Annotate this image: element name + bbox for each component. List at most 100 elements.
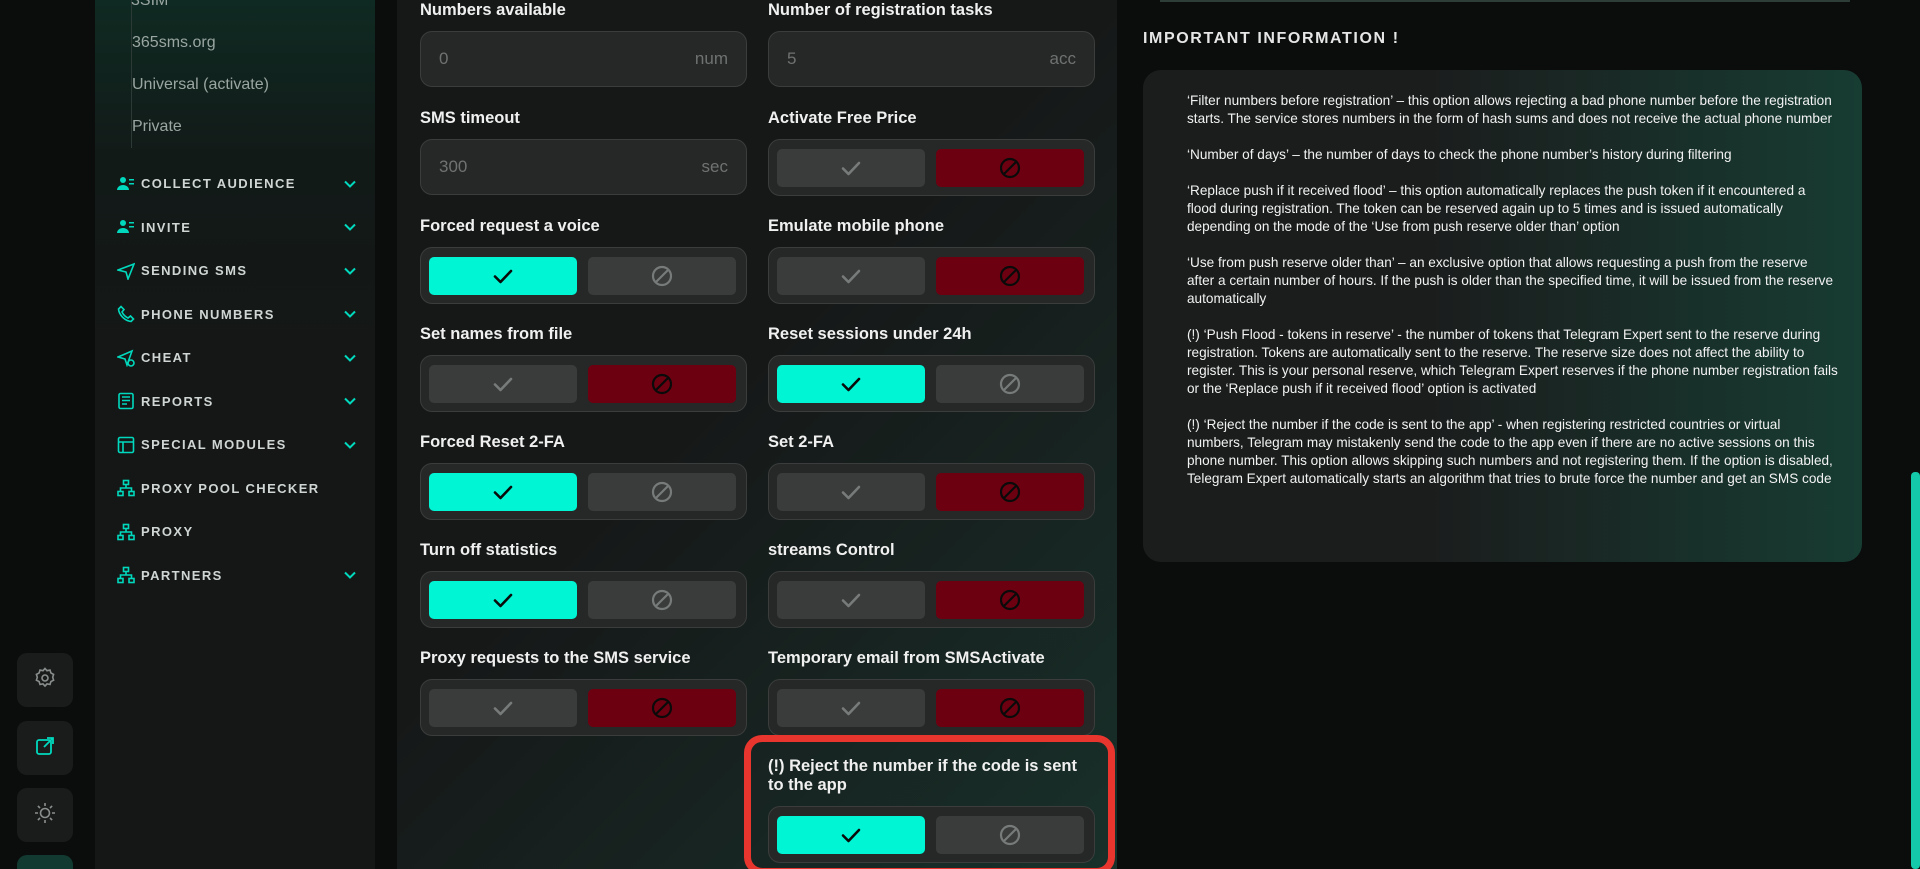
toggle-group xyxy=(768,463,1095,520)
sidebar-item-collect-audience[interactable]: COLLECT AUDIENCE xyxy=(117,162,357,206)
check-icon xyxy=(490,263,516,289)
toggle-on-button[interactable] xyxy=(777,148,925,187)
sidebar-item-phone-numbers[interactable]: PHONE NUMBERS xyxy=(117,293,357,337)
sidebar-subitem-universal[interactable]: Universal (activate) xyxy=(132,64,269,106)
set-2fa-setting: Set 2-FA xyxy=(768,433,1095,520)
field-label: Proxy requests to the SMS service xyxy=(420,649,691,667)
toggle-off-button[interactable] xyxy=(588,472,736,511)
phone-icon xyxy=(117,305,135,323)
sidebar-item-cheat[interactable]: CHEAT xyxy=(117,336,357,380)
toggle-off-button[interactable] xyxy=(588,364,736,403)
toggle-off-button[interactable] xyxy=(588,580,736,619)
toggle-off-button[interactable] xyxy=(936,256,1084,295)
sms-timeout-input[interactable]: 300 sec xyxy=(420,139,747,195)
chevron-down-icon xyxy=(343,394,357,408)
check-icon xyxy=(490,479,516,505)
sidebar-subitem-365sms[interactable]: 365sms.org xyxy=(132,22,269,64)
toggle-group xyxy=(768,355,1095,412)
sms-timeout-field: SMS timeout 300 sec xyxy=(420,109,747,195)
streams-control-setting: streams Control xyxy=(768,541,1095,628)
temporary-email-setting: Temporary email from SMSActivate xyxy=(768,649,1095,736)
field-label: Forced Reset 2-FA xyxy=(420,433,565,451)
ban-icon xyxy=(649,587,675,613)
ban-icon xyxy=(649,263,675,289)
external-link-rail-button[interactable] xyxy=(17,721,73,775)
check-icon xyxy=(838,263,864,289)
toggle-off-button[interactable] xyxy=(588,688,736,727)
toggle-on-button[interactable] xyxy=(429,256,577,295)
check-icon xyxy=(490,371,516,397)
info-paragraph: ‘Filter numbers before registration’ – t… xyxy=(1187,93,1833,126)
sidebar-item-partners[interactable]: PARTNERS xyxy=(117,554,357,598)
registration-tasks-input[interactable]: 5 acc xyxy=(768,31,1095,87)
check-icon xyxy=(838,155,864,181)
input-unit: acc xyxy=(1049,49,1076,68)
field-label: Set 2-FA xyxy=(768,433,835,451)
check-icon xyxy=(838,479,864,505)
network-icon xyxy=(117,566,135,584)
toggle-group xyxy=(768,247,1095,304)
sms-services-sublist: 3SIM 365sms.org Universal (activate) Pri… xyxy=(131,0,269,148)
chevron-down-icon xyxy=(343,220,357,234)
sidebar-subitem-private[interactable]: Private xyxy=(132,106,269,148)
toggle-on-button[interactable] xyxy=(429,688,577,727)
rail-button-partial[interactable] xyxy=(17,855,73,869)
toggle-group xyxy=(768,679,1095,736)
toggle-on-button[interactable] xyxy=(777,256,925,295)
users-icon xyxy=(117,218,135,236)
send-icon xyxy=(117,262,135,280)
info-title: IMPORTANT INFORMATION ! xyxy=(1143,30,1400,47)
modules-icon xyxy=(117,436,135,454)
sidebar-item-special-modules[interactable]: SPECIAL MODULES xyxy=(117,423,357,467)
toggle-on-button[interactable] xyxy=(777,364,925,403)
send-plus-icon xyxy=(117,349,135,367)
ban-icon xyxy=(997,587,1023,613)
chevron-down-icon xyxy=(343,177,357,191)
toggle-on-button[interactable] xyxy=(777,688,925,727)
check-icon xyxy=(838,587,864,613)
chevron-down-icon xyxy=(343,307,357,321)
info-card: ‘Filter numbers before registration’ – t… xyxy=(1143,70,1862,562)
field-label: Forced request a voice xyxy=(420,217,600,235)
numbers-available-field: Numbers available 0 num xyxy=(420,1,747,87)
toggle-off-button[interactable] xyxy=(936,364,1084,403)
toggle-off-button[interactable] xyxy=(936,580,1084,619)
sidebar-item-reports[interactable]: REPORTS xyxy=(117,380,357,424)
toggle-off-button[interactable] xyxy=(936,472,1084,511)
emulate-mobile-phone-setting: Emulate mobile phone xyxy=(768,217,1095,304)
toggle-on-button[interactable] xyxy=(429,364,577,403)
chevron-down-icon xyxy=(343,351,357,365)
toggle-off-button[interactable] xyxy=(936,148,1084,187)
toggle-off-button[interactable] xyxy=(588,256,736,295)
settings-rail-button[interactable] xyxy=(17,653,73,707)
input-placeholder: 0 xyxy=(439,49,449,68)
reset-sessions-24h-setting: Reset sessions under 24h xyxy=(768,325,1095,412)
sidebar-item-proxy[interactable]: PROXY xyxy=(117,510,357,554)
network-icon xyxy=(117,523,135,541)
sidebar-subitem-3sim[interactable]: 3SIM xyxy=(131,0,269,22)
sidebar-item-invite[interactable]: INVITE xyxy=(117,206,357,250)
ban-icon xyxy=(649,479,675,505)
chevron-down-icon xyxy=(343,438,357,452)
icon-rail xyxy=(0,0,95,869)
ban-icon xyxy=(649,695,675,721)
toggle-group xyxy=(420,247,747,304)
numbers-available-input[interactable]: 0 num xyxy=(420,31,747,87)
check-icon xyxy=(490,695,516,721)
field-label: Turn off statistics xyxy=(420,541,558,559)
page-scrollbar[interactable] xyxy=(1911,472,1920,869)
sidebar-item-sending-sms[interactable]: SENDING SMS xyxy=(117,249,357,293)
sidebar-item-proxy-pool-checker[interactable]: PROXY POOL CHECKER xyxy=(117,467,357,511)
toggle-on-button[interactable] xyxy=(777,472,925,511)
toggle-on-button[interactable] xyxy=(429,472,577,511)
theme-rail-button[interactable] xyxy=(17,788,73,842)
input-unit: num xyxy=(694,49,728,68)
info-paragraph: ‘Replace push if it received flood’ – th… xyxy=(1187,183,1806,234)
field-label: Activate Free Price xyxy=(768,109,917,127)
toggle-on-button[interactable] xyxy=(429,580,577,619)
info-paragraph: ‘Number of days’ – the number of days to… xyxy=(1187,147,1732,162)
toggle-on-button[interactable] xyxy=(777,580,925,619)
check-icon xyxy=(490,587,516,613)
toggle-group xyxy=(768,571,1095,628)
toggle-off-button[interactable] xyxy=(936,688,1084,727)
